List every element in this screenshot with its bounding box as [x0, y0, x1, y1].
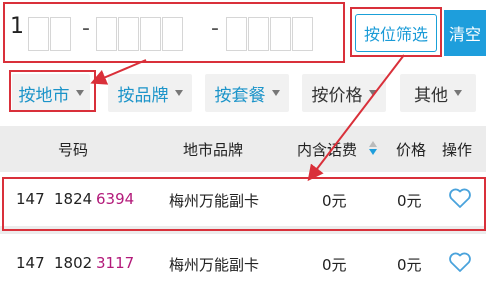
digit-box-8[interactable]: [226, 17, 247, 51]
dash-separator: -: [211, 16, 219, 41]
filter-other-chip[interactable]: 其他: [400, 74, 476, 112]
dropdown-triangle-icon: [454, 90, 462, 96]
chip-label: 按品牌: [117, 85, 169, 106]
table-header: 号码 地市品牌 内含话费 价格 操作: [0, 126, 486, 172]
digit-box-4[interactable]: [96, 17, 117, 51]
digit-box-9[interactable]: [248, 17, 269, 51]
column-action: 操作: [442, 141, 473, 159]
dropdown-triangle-icon: [174, 90, 183, 96]
brand-cell: 梅州万能副卡: [169, 256, 260, 274]
number-part-3: 3117: [96, 254, 135, 272]
dropdown-triangle-icon: [75, 90, 84, 96]
filter-by-digit-button[interactable]: 按位筛选: [355, 14, 437, 52]
digit-box-3[interactable]: [50, 17, 71, 51]
sort-icon[interactable]: [368, 138, 378, 158]
number-part-2: 1824: [54, 190, 93, 208]
dropdown-triangle-icon: [271, 90, 280, 96]
filter-by-city-chip[interactable]: 按地市: [12, 74, 90, 112]
table-row[interactable]: 147 1824 6394 梅州万能副卡 0元 0元: [0, 172, 486, 226]
heart-icon[interactable]: [448, 251, 472, 273]
number-part-1: 147: [16, 190, 45, 208]
column-number: 号码: [58, 141, 89, 159]
chip-label: 按套餐: [214, 85, 266, 106]
chip-label: 按地市: [18, 85, 70, 106]
chip-label: 其他: [414, 85, 448, 106]
price-cell: 0元: [397, 256, 422, 274]
brand-cell: 梅州万能副卡: [169, 192, 260, 210]
clear-button[interactable]: 清空: [444, 10, 486, 56]
number-part-1: 147: [16, 254, 45, 272]
digit-box-10[interactable]: [270, 17, 291, 51]
number-part-3: 6394: [96, 190, 135, 208]
heart-icon[interactable]: [448, 187, 472, 209]
number-part-2: 1802: [54, 254, 93, 272]
row-separator: [0, 226, 486, 234]
digit-box-2[interactable]: [28, 17, 49, 51]
digit-filter-bar: 1 - - 按位筛选 清空: [0, 0, 486, 66]
fee-cell: 0元: [322, 256, 347, 274]
chip-label: 按价格: [311, 85, 363, 106]
filter-by-brand-chip[interactable]: 按品牌: [108, 74, 192, 112]
column-brand: 地市品牌: [183, 141, 244, 159]
fee-cell: 0元: [322, 192, 347, 210]
dropdown-triangle-icon: [368, 90, 377, 96]
digit-box-11[interactable]: [292, 17, 313, 51]
filter-by-plan-chip[interactable]: 按套餐: [205, 74, 289, 112]
filter-chip-row: 按地市 按品牌 按套餐 按价格 其他: [0, 66, 486, 126]
dash-separator: -: [82, 16, 90, 41]
price-cell: 0元: [397, 192, 422, 210]
digit-box-6[interactable]: [140, 17, 161, 51]
filter-by-price-chip[interactable]: 按价格: [302, 74, 386, 112]
column-price: 价格: [396, 141, 427, 159]
digit-box-5[interactable]: [118, 17, 139, 51]
table-row[interactable]: 147 1802 3117 梅州万能副卡 0元 0元: [0, 234, 486, 290]
digit-box-7[interactable]: [162, 17, 183, 51]
fixed-first-digit: 1: [10, 14, 24, 39]
column-fee[interactable]: 内含话费: [297, 139, 357, 160]
